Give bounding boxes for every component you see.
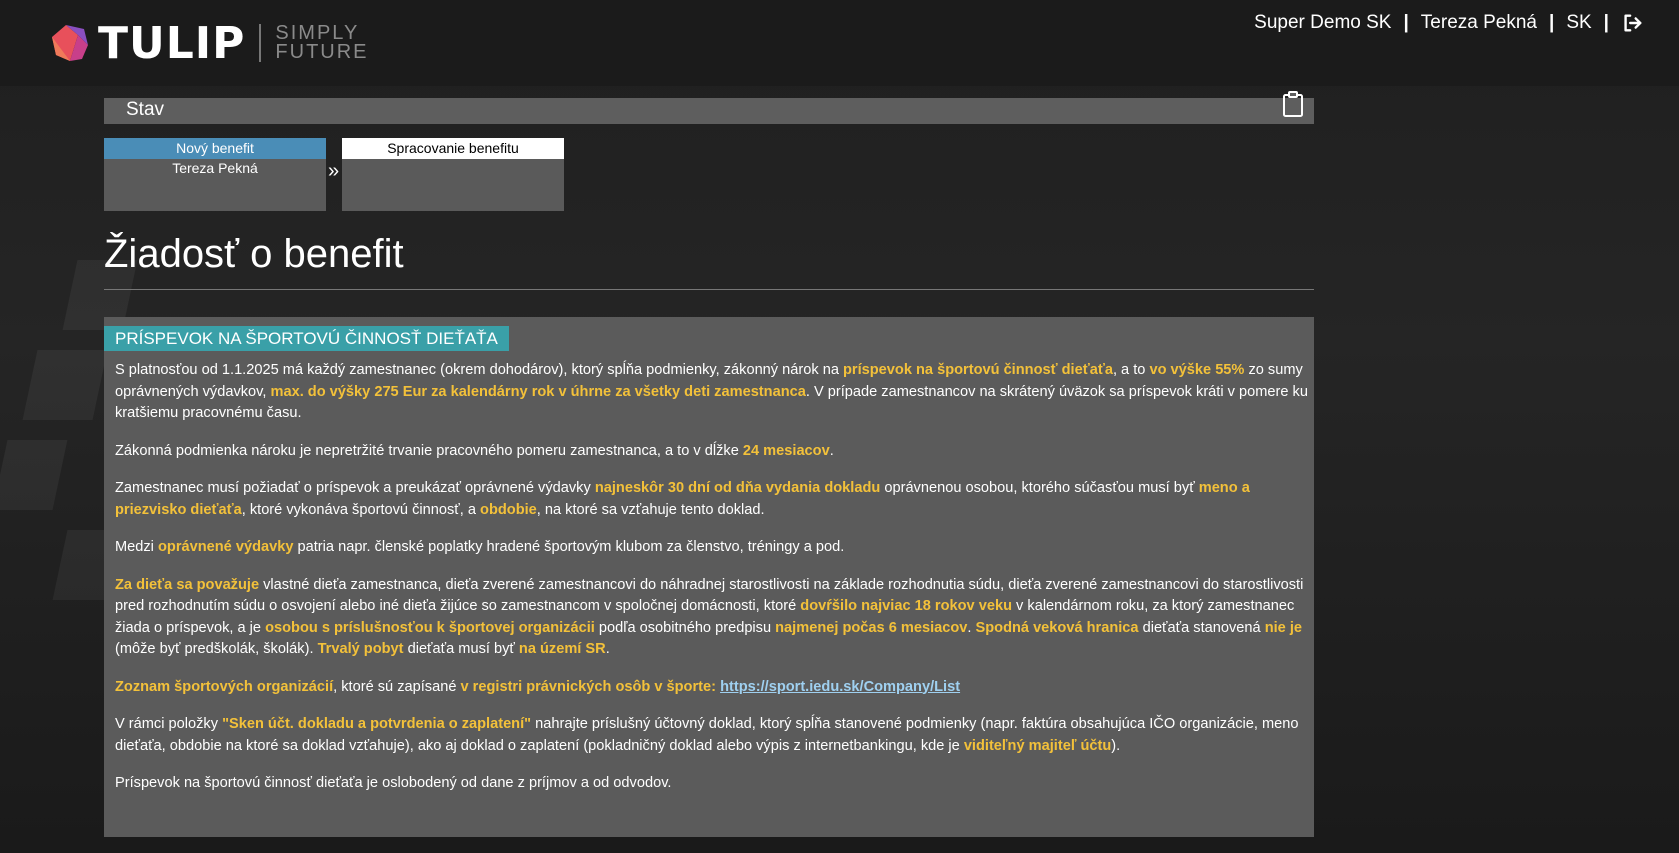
- nav-separator: |: [1403, 12, 1409, 33]
- workflow-step-new-benefit[interactable]: Nový benefit Tereza Pekná: [104, 138, 326, 211]
- language-switch[interactable]: SK: [1566, 12, 1591, 34]
- logout-icon[interactable]: [1621, 12, 1643, 34]
- paragraph-2: Zákonná podmienka nároku je nepretržité …: [115, 442, 834, 459]
- tulip-logo[interactable]: TULIP SIMPLY FUTURE: [48, 17, 369, 69]
- status-bar: Stav: [104, 91, 1314, 124]
- title-divider: [104, 289, 1314, 290]
- workflow-step-label: Nový benefit: [104, 138, 326, 159]
- workflow-step-assignee: Tereza Pekná: [172, 160, 258, 176]
- workflow-arrow: »: [328, 160, 340, 182]
- status-title: Stav: [126, 99, 165, 120]
- benefit-description: S platnosťou od 1.1.2025 má každý zamest…: [115, 360, 1311, 811]
- nav-separator: |: [1548, 12, 1555, 33]
- paragraph-5: Za dieťa sa považuje vlastné dieťa zames…: [115, 576, 1304, 658]
- user-link[interactable]: Tereza Pekná: [1421, 12, 1537, 34]
- paragraph-6: Zoznam športových organizácií, ktoré sú …: [115, 678, 961, 695]
- paragraph-7: V rámci položky "Sken účt. dokladu a pot…: [115, 716, 1299, 754]
- paragraph-4: Medzi oprávnené výdavky patria napr. čle…: [115, 539, 845, 555]
- top-nav: Super Demo SK | Tereza Pekná | SK |: [1254, 12, 1643, 34]
- nav-separator: |: [1603, 12, 1609, 33]
- logo-tagline: SIMPLY FUTURE: [275, 23, 369, 63]
- company-link[interactable]: Super Demo SK: [1254, 12, 1391, 34]
- paragraph-3: Zamestnanec musí požiadať o príspevok a …: [115, 480, 1250, 518]
- workflow-step-processing[interactable]: Spracovanie benefitu: [342, 138, 564, 211]
- logo-wordmark: TULIP: [98, 17, 246, 69]
- workflow-step-label: Spracovanie benefitu: [342, 138, 564, 159]
- top-header: TULIP SIMPLY FUTURE Super Demo SK | Tere…: [0, 0, 1679, 86]
- sport-registry-link[interactable]: https://sport.iedu.sk/Company/List: [720, 679, 960, 695]
- tulip-logo-icon: [52, 25, 88, 61]
- section-badge: PRÍSPEVOK NA ŠPORTOVÚ ČINNOSŤ DIEŤAŤA: [104, 326, 509, 351]
- logo-tagline-2: FUTURE: [275, 41, 369, 63]
- paragraph-1: S platnosťou od 1.1.2025 má každý zamest…: [115, 362, 1308, 421]
- benefit-info-panel: PRÍSPEVOK NA ŠPORTOVÚ ČINNOSŤ DIEŤAŤA S …: [104, 317, 1314, 837]
- clipboard-icon[interactable]: [1282, 90, 1304, 118]
- page-title: Žiadosť o benefit: [104, 232, 404, 276]
- logo-divider: [259, 24, 262, 62]
- paragraph-8: Príspevok na športovú činnosť dieťaťa je…: [115, 775, 672, 791]
